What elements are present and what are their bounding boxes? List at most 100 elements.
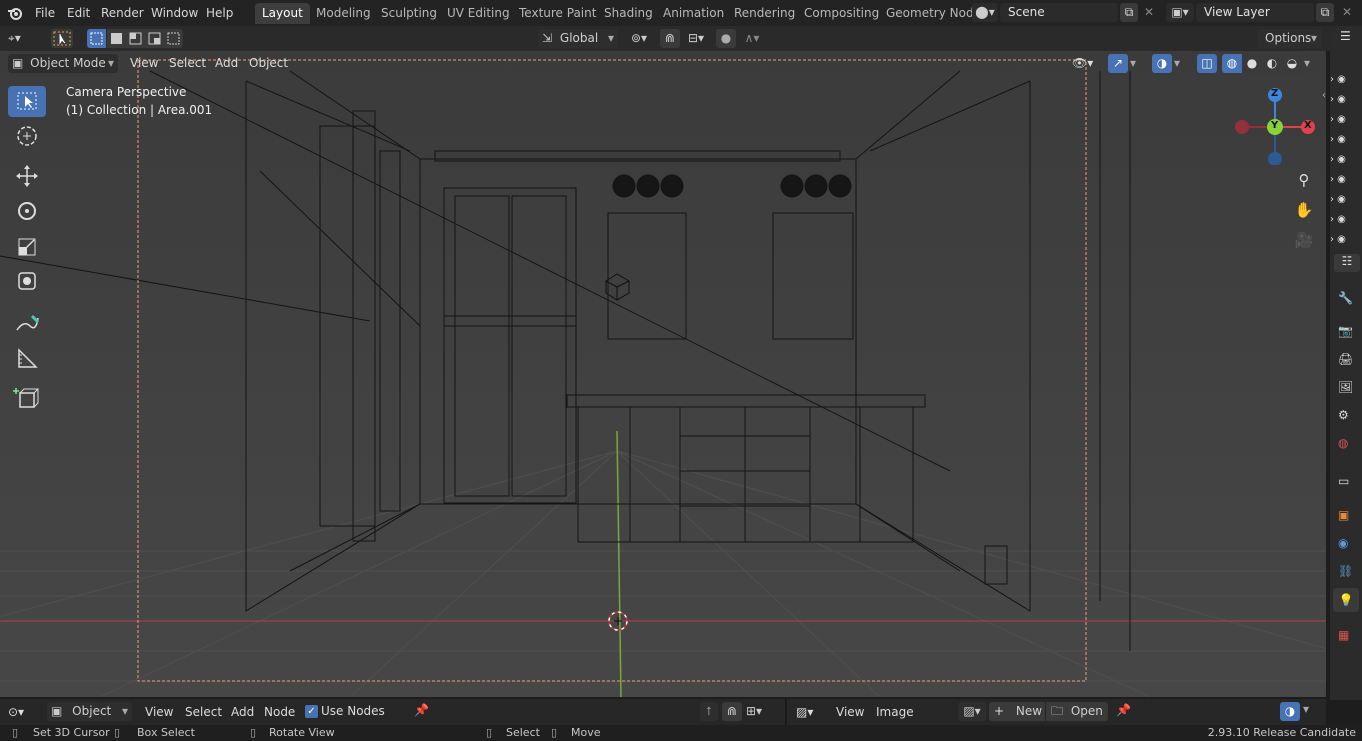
image-menu-image[interactable]: Image [870, 703, 920, 722]
outliner-row-camera-icon-8[interactable]: › ◉ [1330, 214, 1346, 225]
image-browse-icon[interactable]: ▨▾ [958, 702, 986, 721]
transform-tool[interactable] [8, 266, 46, 297]
transform-orientation-dropdown[interactable]: ⇲ Global ▾ [538, 29, 618, 48]
light-properties-icon[interactable]: 💡 [1333, 588, 1359, 612]
menu-render[interactable]: Render [95, 4, 150, 22]
shading-dropdown-icon[interactable]: ▾ [1304, 54, 1316, 73]
snap-toggle-icon[interactable]: ⋒ [660, 29, 680, 48]
shader-editor-type-icon[interactable]: ⊙▾ [8, 703, 38, 721]
node-menu-select[interactable]: Select [179, 703, 228, 722]
add-cube-tool[interactable] [8, 383, 46, 414]
node-parent-icon[interactable]: ⭡ [700, 702, 718, 721]
viewport-menu-select[interactable]: Select [163, 54, 212, 73]
image-pin-icon[interactable]: 📌 [1116, 703, 1131, 717]
outliner-row-camera-icon-1[interactable]: › ◉ [1330, 74, 1346, 85]
open-image-button[interactable]: 🗀 Open [1046, 702, 1108, 721]
pan-hand-icon[interactable]: ✋ [1293, 201, 1315, 223]
3d-viewport[interactable]: ▣ Object Mode ▾ View Select Add Object 👁… [0, 51, 1326, 697]
world-properties-icon[interactable]: ◍ [1338, 436, 1348, 450]
proportional-edit-icon[interactable]: ● [716, 29, 736, 48]
selection-mode-extend-icon[interactable] [107, 29, 126, 48]
image-editor-type-icon[interactable]: ▨▾ [796, 703, 826, 721]
tab-shading[interactable]: Shading [597, 3, 660, 24]
outliner-collapse-icon[interactable]: ‹ [1322, 90, 1326, 101]
tab-sculpting[interactable]: Sculpting [374, 3, 444, 24]
menu-edit[interactable]: Edit [61, 4, 96, 22]
overlays-toggle-icon[interactable]: ◑ [1152, 54, 1172, 73]
collection-properties-icon[interactable]: ▭ [1338, 474, 1349, 488]
menu-file[interactable]: File [29, 4, 61, 22]
node-menu-node[interactable]: Node [258, 703, 301, 722]
gizmo-toggle-icon[interactable]: ↗ [1108, 54, 1128, 73]
view-layer-close-icon[interactable]: ✕ [1338, 3, 1356, 22]
tab-layout[interactable]: Layout [255, 3, 310, 24]
viewport-menu-object[interactable]: Object [243, 54, 294, 73]
options-dropdown[interactable]: Options ▾ [1258, 29, 1322, 48]
selection-mode-subtract-icon[interactable] [126, 29, 145, 48]
node-menu-view[interactable]: View [139, 703, 179, 722]
outliner-row-camera-icon-2[interactable]: › ◉ [1330, 94, 1346, 105]
shading-rendered-icon[interactable]: ◒ [1282, 54, 1302, 73]
scene-selector-icon[interactable]: ⬤▾ [972, 3, 998, 22]
cursor-tool[interactable] [8, 121, 46, 152]
properties-editor-icon[interactable]: ☷ [1334, 254, 1360, 272]
new-image-button[interactable]: + New [989, 702, 1045, 721]
blender-logo-icon[interactable] [7, 5, 23, 21]
node-snap-target-icon[interactable]: ⊞▾ [746, 702, 776, 721]
shader-type-dropdown[interactable]: ▣ Object ▾ [47, 702, 132, 721]
shading-material-icon[interactable]: ◐ [1262, 54, 1282, 73]
selection-mode-invert-icon[interactable] [145, 29, 164, 48]
view-layer-properties-icon[interactable]: 🖼 [1338, 380, 1353, 394]
select-tool-icon[interactable] [51, 29, 73, 48]
tab-compositing[interactable]: Compositing [797, 3, 886, 24]
scene-properties-icon[interactable]: ⚙ [1338, 408, 1349, 422]
selection-mode-intersect-icon[interactable] [164, 29, 183, 48]
proportional-falloff-icon[interactable]: ∧▾ [737, 29, 767, 48]
texture-properties-icon[interactable]: ▦ [1338, 628, 1349, 642]
move-tool[interactable] [8, 161, 46, 192]
use-nodes-checkbox[interactable]: ✓ [305, 705, 318, 718]
outliner-filter-icon[interactable]: ☰ [1340, 29, 1351, 43]
pivot-point-icon[interactable]: ⊚▾ [624, 29, 654, 48]
object-mode-dropdown[interactable]: ▣ Object Mode ▾ [8, 54, 118, 73]
outliner-row-camera-icon-6[interactable]: › ◉ [1330, 174, 1346, 185]
constraints-properties-icon[interactable]: ⛓ [1338, 564, 1353, 578]
shading-solid-icon[interactable]: ● [1242, 54, 1262, 73]
measure-tool[interactable] [8, 343, 46, 374]
image-menu-view[interactable]: View [830, 703, 870, 722]
view-layer-copy-icon[interactable]: ⧉ [1316, 3, 1334, 22]
viewport-menu-add[interactable]: Add [209, 54, 244, 73]
tool-properties-icon[interactable]: 🔧 [1338, 291, 1353, 305]
object-properties-icon[interactable]: ▣ [1338, 508, 1349, 522]
tab-rendering[interactable]: Rendering [727, 3, 802, 24]
scene-copy-icon[interactable]: ⧉ [1120, 3, 1138, 22]
zoom-icon[interactable]: ⚲ [1293, 171, 1315, 193]
menu-help[interactable]: Help [200, 4, 239, 22]
scene-name-field[interactable]: Scene [1000, 3, 1118, 22]
xray-toggle-icon[interactable]: ◫ [1197, 54, 1217, 73]
visibility-eye-icon[interactable]: 👁▾ [1072, 54, 1102, 73]
image-overlay-toggle-icon[interactable]: ◑ [1280, 702, 1300, 721]
image-overlay-dropdown-icon[interactable]: ▾ [1303, 702, 1309, 716]
selection-mode-new-icon[interactable] [87, 29, 106, 48]
rotate-tool[interactable] [8, 196, 46, 227]
snap-target-icon[interactable]: ⊟▾ [681, 29, 711, 48]
navigation-gizmo[interactable]: Z Y X [1230, 85, 1320, 165]
view-layer-selector-icon[interactable]: ▣▾ [1166, 3, 1194, 22]
outliner-row-camera-icon-3[interactable]: › ◉ [1330, 114, 1346, 125]
camera-view-icon[interactable]: 🎥 [1293, 231, 1315, 253]
tab-geometry-nodes[interactable]: Geometry Nod [879, 3, 981, 24]
node-snap-icon[interactable]: ⋒ [722, 702, 742, 721]
pin-icon[interactable]: 📌 [414, 703, 429, 717]
tab-uv-editing[interactable]: UV Editing [440, 3, 517, 24]
menu-window[interactable]: Window [145, 4, 204, 22]
outliner-row-camera-icon-4[interactable]: › ◉ [1330, 134, 1346, 145]
tab-texture-paint[interactable]: Texture Paint [512, 3, 603, 24]
output-properties-icon[interactable]: 🖨 [1338, 352, 1353, 366]
outliner-row-camera-icon-9[interactable]: › ◉ [1330, 234, 1346, 245]
node-menu-add[interactable]: Add [225, 703, 260, 722]
render-properties-icon[interactable]: 📷 [1338, 324, 1353, 338]
outliner-row-camera-icon-5[interactable]: › ◉ [1330, 154, 1346, 165]
shading-wireframe-icon[interactable]: ◍ [1222, 54, 1242, 73]
view-layer-name-field[interactable]: View Layer [1196, 3, 1314, 22]
